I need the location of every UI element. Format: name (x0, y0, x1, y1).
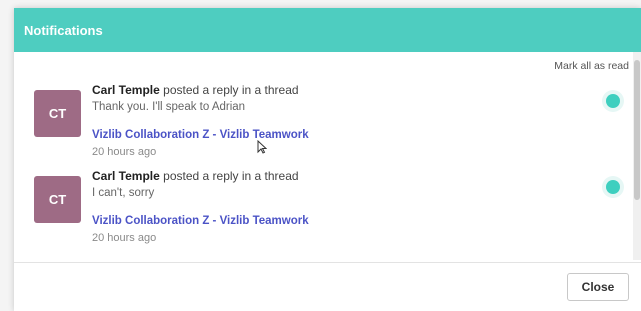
notification-time: 20 hours ago (92, 146, 157, 158)
avatar: CT (34, 90, 81, 137)
notification-body: Carl Temple posted a reply in a thread I… (92, 168, 309, 246)
notification-item[interactable]: CT Carl Temple posted a reply in a threa… (34, 168, 624, 248)
notification-author: Carl Temple (92, 169, 160, 183)
notification-time: 20 hours ago (92, 232, 157, 244)
unread-indicator[interactable] (606, 94, 620, 108)
unread-indicator[interactable] (606, 180, 620, 194)
notification-author: Carl Temple (92, 83, 160, 97)
notification-body: Carl Temple posted a reply in a thread T… (92, 82, 309, 160)
avatar: CT (34, 176, 81, 223)
notification-item[interactable]: CT Carl Temple posted a reply in a threa… (34, 82, 624, 162)
thread-link[interactable]: Vizlib Collaboration Z - Vizlib Teamwork (92, 127, 309, 143)
dialog-title: Notifications (24, 22, 103, 38)
mouse-cursor-icon (257, 140, 267, 154)
notification-action: posted a reply in a thread (163, 83, 299, 97)
notification-message: Thank you. I'll speak to Adrian (92, 101, 246, 113)
scrollbar[interactable] (633, 52, 641, 260)
dialog-header: Notifications (14, 8, 641, 52)
footer-divider (14, 262, 641, 263)
mark-all-read-link[interactable]: Mark all as read (554, 60, 629, 72)
scrollbar-thumb[interactable] (634, 60, 640, 200)
notification-action: posted a reply in a thread (163, 169, 299, 183)
notification-message: I can't, sorry (92, 187, 155, 199)
notifications-dialog: Notifications Mark all as read CT Carl T… (14, 8, 641, 311)
thread-link[interactable]: Vizlib Collaboration Z - Vizlib Teamwork (92, 213, 309, 229)
close-button[interactable]: Close (567, 273, 629, 301)
